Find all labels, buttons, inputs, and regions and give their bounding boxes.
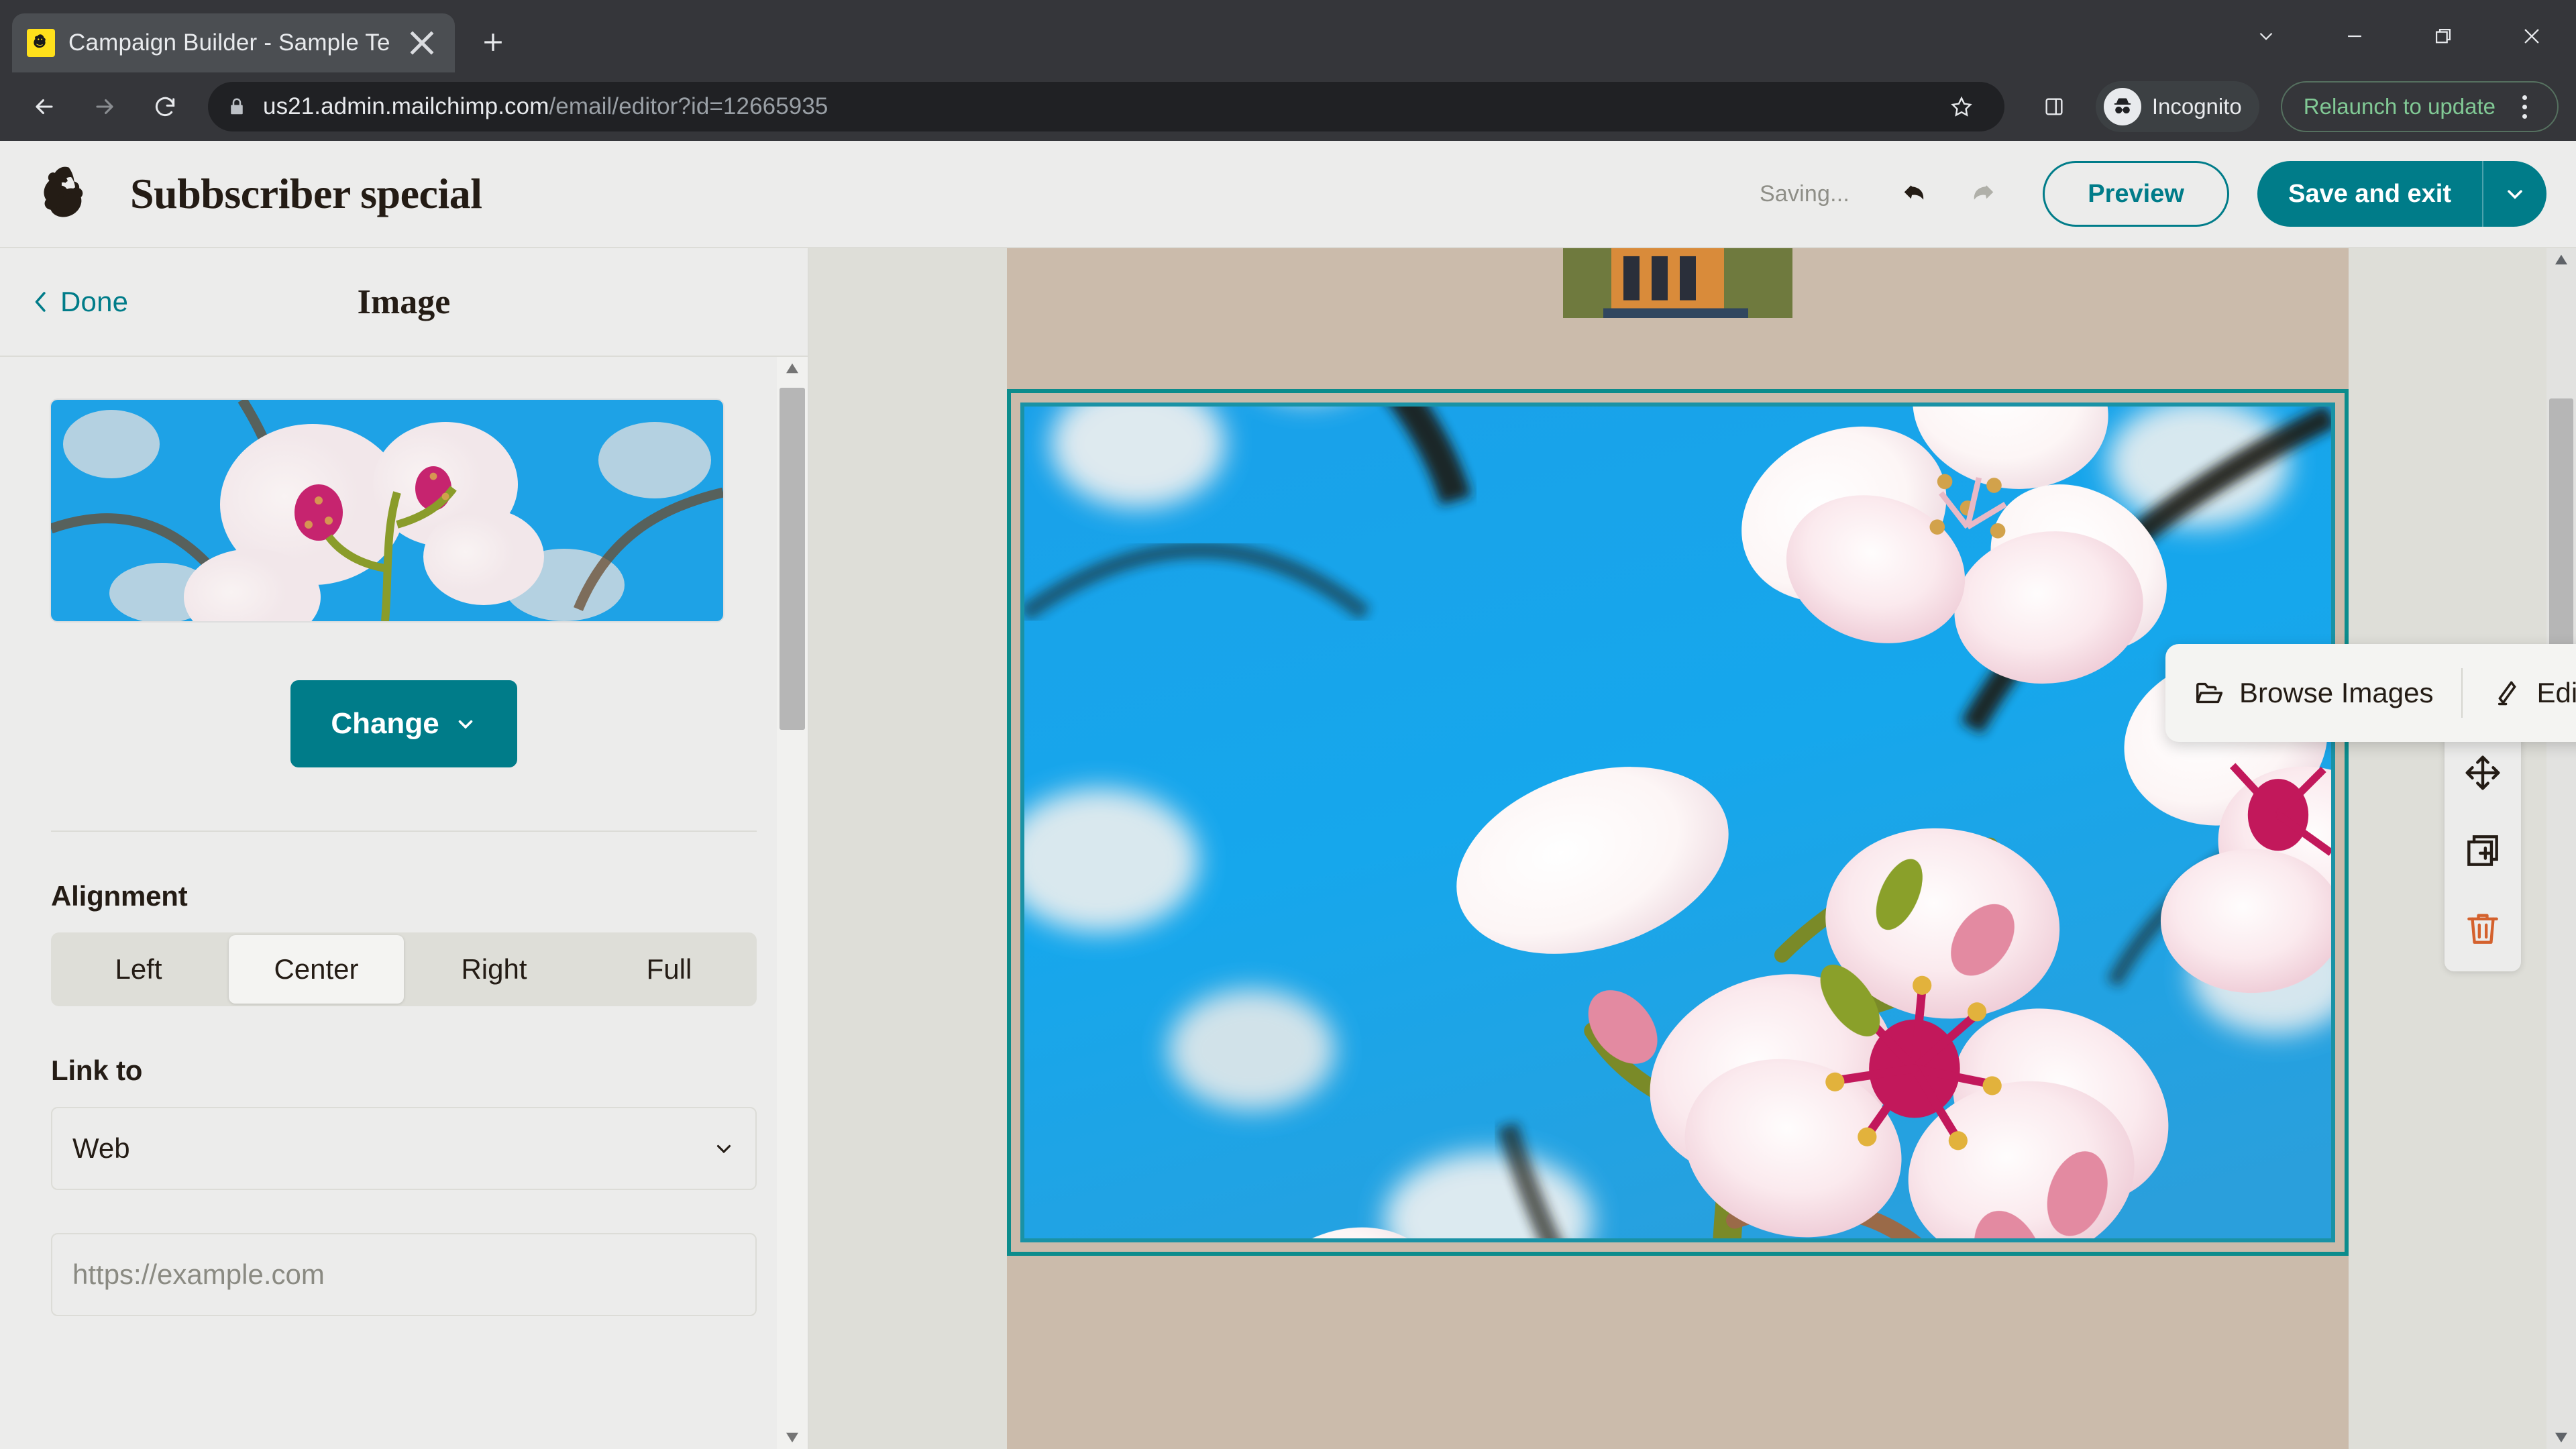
link-to-label: Link to (51, 1055, 143, 1086)
edit-image-button[interactable]: Edit Image (2463, 644, 2576, 742)
url-text: us21.admin.mailchimp.com/email/editor?id… (263, 93, 1921, 120)
browser-tab[interactable]: Campaign Builder - Sample Tem (12, 13, 455, 72)
sidebar-scrollbar[interactable] (777, 357, 808, 1449)
browse-images-label: Browse Images (2239, 677, 2434, 708)
address-bar[interactable]: us21.admin.mailchimp.com/email/editor?id… (208, 82, 2004, 131)
preview-button[interactable]: Preview (2043, 161, 2230, 227)
alignment-segmented-control: Left Center Right Full (51, 932, 757, 1006)
folder-open-icon (2196, 682, 2223, 704)
previous-image-block[interactable] (1007, 248, 2349, 318)
browse-images-button[interactable]: Browse Images (2165, 644, 2461, 742)
scroll-down-icon[interactable] (785, 1426, 800, 1449)
chevron-down-icon (716, 1144, 731, 1154)
back-icon[interactable] (17, 80, 71, 133)
sidebar-scroll-thumb[interactable] (780, 388, 805, 730)
image-thumbnail[interactable] (51, 400, 723, 621)
link-url-input[interactable]: https://example.com (51, 1233, 757, 1316)
email-canvas: Browse Images Edit Image (809, 248, 2576, 1449)
canvas-scroll-down-icon[interactable] (2554, 1426, 2569, 1449)
tab-strip: Campaign Builder - Sample Tem (0, 0, 2576, 72)
link-url-placeholder: https://example.com (72, 1258, 325, 1290)
mailchimp-favicon (27, 29, 55, 57)
change-image-button[interactable]: Change (290, 680, 517, 767)
done-button[interactable]: Done (32, 286, 128, 318)
reload-icon[interactable] (138, 80, 192, 133)
lock-icon (227, 96, 247, 117)
email-content-column (1007, 248, 2349, 1449)
settings-divider (51, 830, 757, 832)
canvas-scrollbar[interactable] (2546, 248, 2576, 1449)
image-action-toolbar: Browse Images Edit Image (2165, 644, 2576, 742)
url-path: /email/editor?id=12665935 (549, 93, 828, 119)
undo-icon[interactable] (1887, 165, 1945, 223)
tab-search-icon[interactable] (2222, 0, 2310, 72)
edit-image-label: Edit Image (2536, 677, 2576, 708)
chrome-menu-icon[interactable] (2505, 83, 2544, 131)
page-title: Subbscriber special (130, 170, 482, 217)
mailchimp-app: Subbscriber special Saving... Preview Sa… (0, 141, 2576, 1449)
previous-block-thumbnail (1563, 248, 1792, 318)
close-tab-icon[interactable] (404, 25, 440, 61)
canvas-scroll-track[interactable] (2546, 271, 2576, 1426)
thumbnail-preview (51, 400, 723, 621)
tab-title: Campaign Builder - Sample Tem (68, 30, 390, 56)
block-actions-rail (2445, 730, 2521, 971)
bookmark-star-icon[interactable] (1937, 83, 1986, 131)
alignment-option-left[interactable]: Left (51, 932, 226, 1006)
duplicate-block-icon[interactable] (2459, 826, 2507, 875)
sidebar-header: Done Image (0, 248, 808, 357)
window-controls (2222, 0, 2576, 72)
app-header: Subbscriber special Saving... Preview Sa… (0, 141, 2576, 247)
alignment-option-right[interactable]: Right (407, 932, 582, 1006)
chevron-left-icon (32, 288, 50, 315)
alignment-option-full[interactable]: Full (582, 932, 757, 1006)
move-block-icon[interactable] (2459, 749, 2507, 797)
incognito-icon (2103, 88, 2141, 125)
relaunch-to-update-button[interactable]: Relaunch to update (2280, 81, 2559, 132)
relaunch-label: Relaunch to update (2303, 94, 2496, 119)
redo-icon[interactable] (1953, 165, 2010, 223)
canvas-scroll-up-icon[interactable] (2554, 248, 2569, 271)
app-body: Done Image Change Alignment Left Center … (0, 247, 2576, 1449)
save-status: Saving... (1759, 180, 1850, 207)
sidebar-scroll-track[interactable] (777, 380, 808, 1426)
cherry-blossom-image[interactable] (1024, 407, 2331, 1238)
mailchimp-logo-icon (32, 159, 102, 229)
pencil-icon (2498, 681, 2517, 706)
browser-window: Campaign Builder - Sample Tem us21.admin… (0, 0, 2576, 1449)
browser-toolbar: us21.admin.mailchimp.com/email/editor?id… (0, 72, 2576, 141)
new-tab-button[interactable] (470, 19, 517, 66)
side-panel-icon[interactable] (2030, 83, 2078, 131)
header-actions: Saving... Preview Save and exit (1760, 161, 2546, 227)
change-image-row: Change (51, 680, 757, 767)
image-settings-sidebar: Done Image Change Alignment Left Center … (0, 248, 809, 1449)
selected-image-frame (1020, 402, 2335, 1242)
link-type-value: Web (72, 1132, 130, 1164)
chevron-down-icon (458, 720, 472, 729)
change-label: Change (331, 707, 439, 740)
email-preview-area (809, 248, 2546, 1449)
close-window-icon[interactable] (2487, 0, 2576, 72)
save-and-exit-button[interactable]: Save and exit (2257, 161, 2483, 227)
done-label: Done (60, 286, 129, 317)
sidebar-scroll-area: Change Alignment Left Center Right Full … (0, 357, 808, 1449)
maximize-icon[interactable] (2399, 0, 2487, 72)
profile-label: Incognito (2151, 94, 2242, 119)
scroll-up-icon[interactable] (785, 357, 800, 380)
minimize-icon[interactable] (2310, 0, 2399, 72)
profile-chip[interactable]: Incognito (2095, 81, 2259, 132)
selected-image-block[interactable] (1007, 389, 2349, 1256)
alignment-label: Alignment (51, 880, 188, 912)
forward-icon[interactable] (78, 80, 131, 133)
alignment-option-center[interactable]: Center (229, 935, 404, 1004)
link-type-select[interactable]: Web (51, 1107, 757, 1190)
url-host: us21.admin.mailchimp.com (263, 93, 549, 119)
save-and-exit-group: Save and exit (2257, 161, 2546, 227)
save-options-chevron-down-icon[interactable] (2483, 161, 2546, 227)
delete-block-icon[interactable] (2459, 904, 2507, 953)
